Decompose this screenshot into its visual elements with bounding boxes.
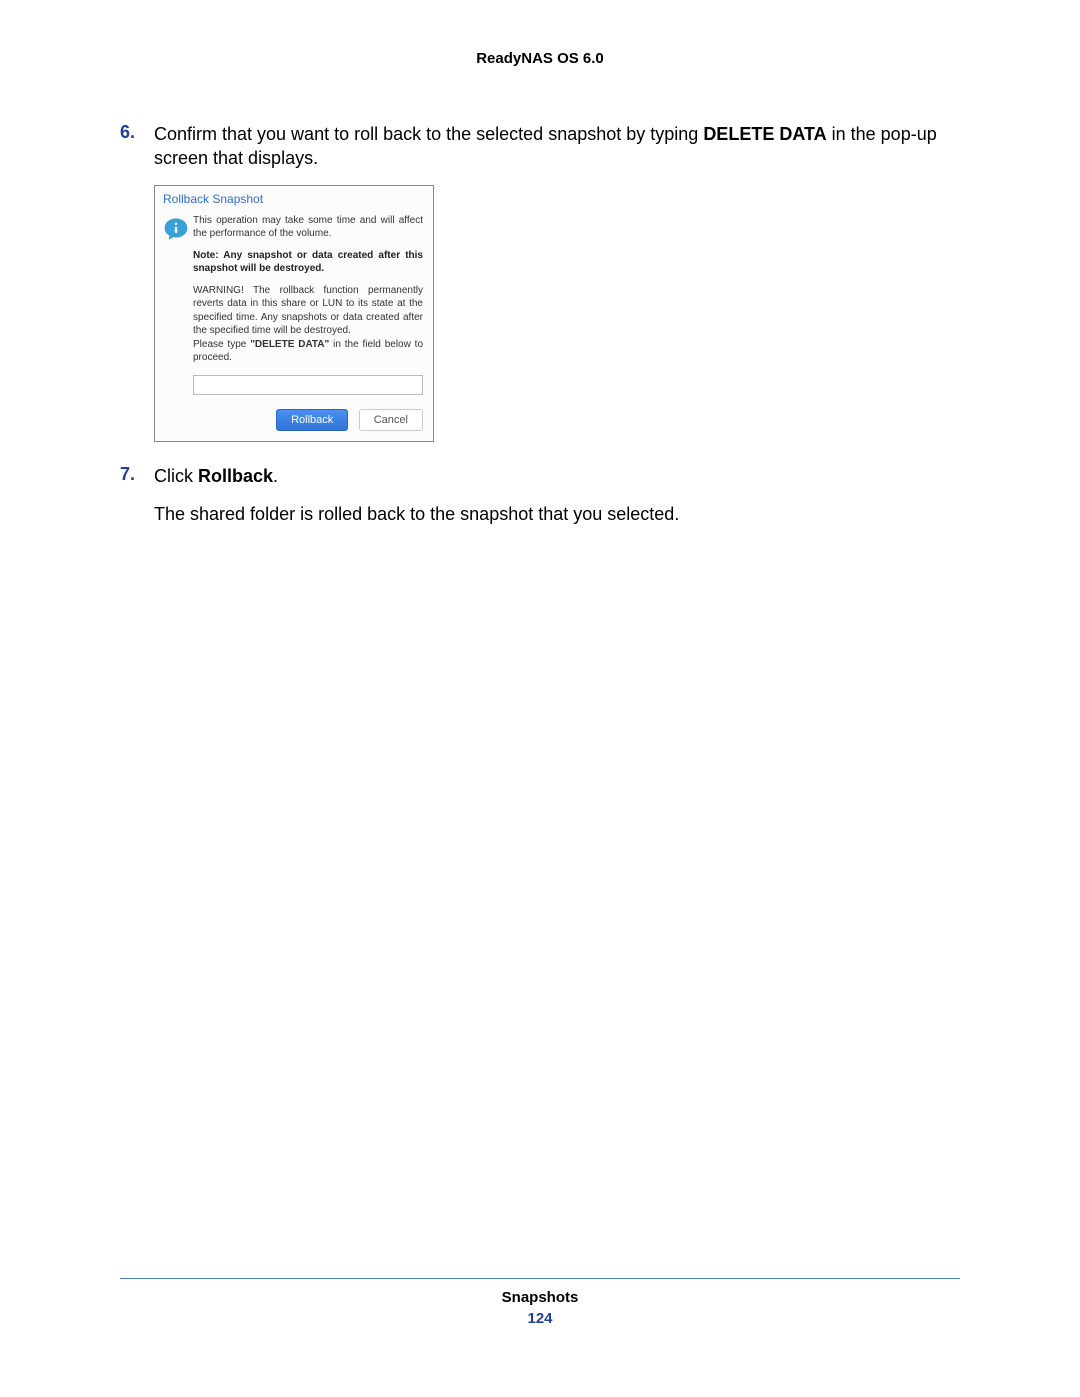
cancel-button[interactable]: Cancel xyxy=(359,409,423,431)
step-number: 6. xyxy=(120,122,154,171)
step-body: Click Rollback. xyxy=(154,464,960,488)
step-7: 7. Click Rollback. xyxy=(120,464,960,488)
dialog-screenshot: Rollback Snapshot This operation may tak… xyxy=(154,185,960,442)
rollback-button[interactable]: Rollback xyxy=(276,409,348,431)
dialog-icon-col xyxy=(163,214,193,395)
dialog-body: This operation may take some time and wi… xyxy=(155,210,433,401)
dialog-buttons: Rollback Cancel xyxy=(155,401,433,441)
confirm-input[interactable] xyxy=(193,375,423,395)
step-6: 6. Confirm that you want to roll back to… xyxy=(120,122,960,171)
footer-rule xyxy=(120,1278,960,1279)
dialog-msg-3b-a: Please type xyxy=(193,339,250,350)
dialog-msg-3: WARNING! The rollback function permanent… xyxy=(193,284,423,365)
dialog-msg-1: This operation may take some time and wi… xyxy=(193,214,423,241)
dialog-msg-3b-bold: "DELETE DATA" xyxy=(250,339,329,350)
step-text: Click xyxy=(154,466,198,486)
page-header: ReadyNAS OS 6.0 xyxy=(120,50,960,67)
step-text: Confirm that you want to roll back to th… xyxy=(154,124,703,144)
step-number: 7. xyxy=(120,464,154,488)
result-text: The shared folder is rolled back to the … xyxy=(154,502,960,526)
page-footer: Snapshots 124 xyxy=(120,1278,960,1327)
rollback-dialog: Rollback Snapshot This operation may tak… xyxy=(154,185,434,442)
step-body: Confirm that you want to roll back to th… xyxy=(154,122,960,171)
step-text-bold: DELETE DATA xyxy=(703,124,826,144)
instruction-list-cont: 7. Click Rollback. xyxy=(120,464,960,488)
document-page: ReadyNAS OS 6.0 6. Confirm that you want… xyxy=(0,0,1080,1397)
instruction-list: 6. Confirm that you want to roll back to… xyxy=(120,122,960,171)
dialog-message-col: This operation may take some time and wi… xyxy=(193,214,423,395)
footer-section: Snapshots xyxy=(120,1289,960,1306)
info-bubble-icon xyxy=(163,216,189,242)
dialog-msg-3a: WARNING! The rollback function permanent… xyxy=(193,285,423,337)
step-text: . xyxy=(273,466,278,486)
footer-page-number: 124 xyxy=(120,1310,960,1327)
step-text-bold: Rollback xyxy=(198,466,273,486)
dialog-title: Rollback Snapshot xyxy=(155,186,433,210)
dialog-msg-2: Note: Any snapshot or data created after… xyxy=(193,249,423,276)
